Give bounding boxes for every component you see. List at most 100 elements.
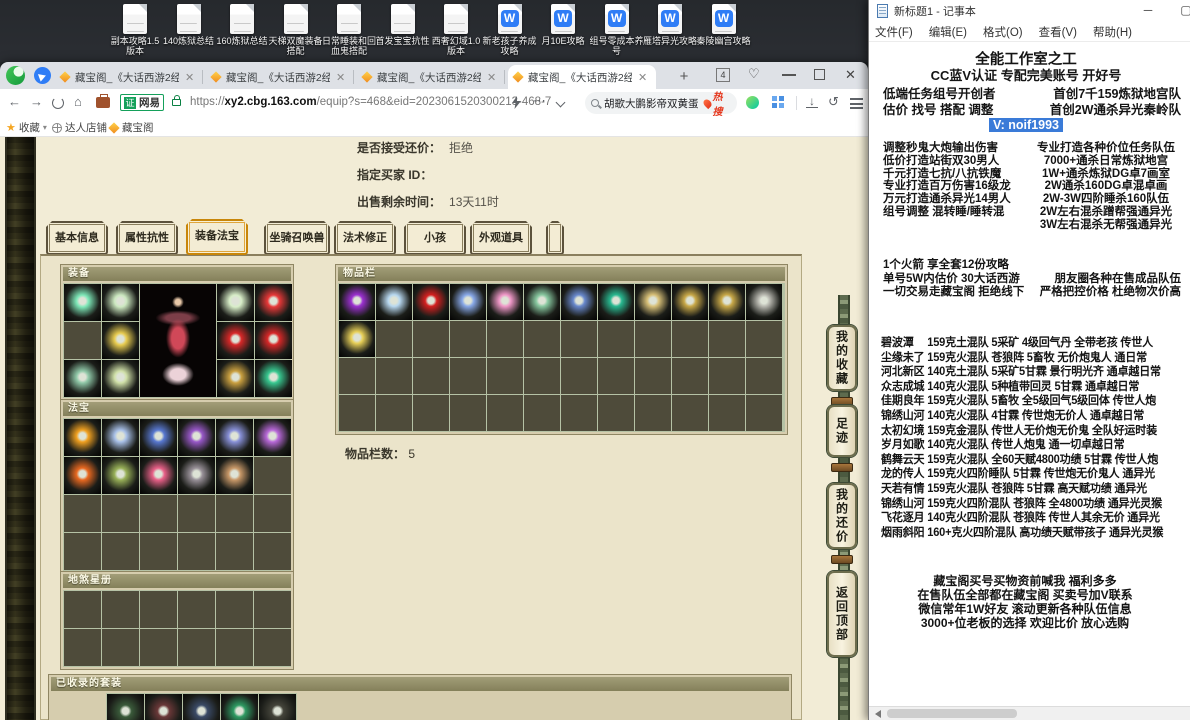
wallet-circle-icon[interactable] xyxy=(746,96,759,109)
item[interactable] xyxy=(102,457,139,494)
item[interactable] xyxy=(413,284,449,320)
notepad-minimize-button[interactable]: ─ xyxy=(1131,0,1165,22)
new-tab-button[interactable]: + xyxy=(674,67,694,87)
page-tab-6[interactable]: 小孩 xyxy=(404,221,466,255)
desktop-icon[interactable]: 日常睡装和回血鬼搭配 xyxy=(322,4,376,56)
desktop-icon[interactable]: 月10E攻略 xyxy=(536,4,590,46)
more-dots-icon[interactable]: ⋯ xyxy=(533,93,546,109)
tab-close-icon[interactable]: ✕ xyxy=(336,71,345,84)
desktop-icon[interactable]: 秦陵幽宫攻略 xyxy=(697,4,751,46)
notepad-menu-item[interactable]: 帮助(H) xyxy=(1093,24,1132,40)
item[interactable] xyxy=(254,419,291,456)
page-tab-4[interactable]: 坐骑召唤兽 xyxy=(264,221,330,255)
back-icon[interactable]: ← xyxy=(8,94,21,109)
item[interactable] xyxy=(102,360,139,397)
close-button[interactable]: ✕ xyxy=(845,67,856,83)
item[interactable] xyxy=(64,457,101,494)
refresh-icon[interactable] xyxy=(52,97,64,109)
item[interactable] xyxy=(140,457,177,494)
tab-close-icon[interactable]: ✕ xyxy=(185,71,194,84)
item[interactable] xyxy=(746,284,782,320)
item[interactable] xyxy=(102,419,139,456)
page-tab-5[interactable]: 法术修正 xyxy=(334,221,396,255)
notepad-text-area[interactable]: 全能工作室之工 CC蓝V认证 专配完美账号 开好号 低端任务组号开创者 首创7千159… xyxy=(869,42,1190,706)
desktop-icon[interactable]: 副本攻略1.5版本 xyxy=(108,4,162,56)
item[interactable] xyxy=(183,694,220,720)
item[interactable] xyxy=(64,284,101,321)
item[interactable] xyxy=(64,360,101,397)
item[interactable] xyxy=(217,322,254,359)
notepad-menu-item[interactable]: 查看(V) xyxy=(1039,24,1077,40)
notepad-maximize-button[interactable]: ▢ xyxy=(1169,0,1190,22)
desktop-icon[interactable]: 组号零成本养号 xyxy=(590,4,644,56)
hamburger-menu-icon[interactable] xyxy=(850,98,863,109)
notepad-menu-item[interactable]: 格式(O) xyxy=(983,24,1023,40)
item[interactable] xyxy=(145,694,182,720)
item[interactable] xyxy=(561,284,597,320)
item[interactable] xyxy=(524,284,560,320)
browser-tab[interactable]: 藏宝阁_《大话西游2经典版 ✕ xyxy=(508,65,656,89)
sidebar-button-2[interactable]: 足迹 xyxy=(827,405,857,457)
page-tab-partial[interactable] xyxy=(546,221,564,255)
desktop-icon[interactable]: 首发宝宝抗性 xyxy=(376,4,430,46)
page-tab-7[interactable]: 外观道具 xyxy=(470,221,532,255)
minimize-button[interactable] xyxy=(782,66,796,76)
forward-icon[interactable]: → xyxy=(30,94,43,109)
desktop-icon[interactable]: 西奢幻域1.0版本 xyxy=(429,4,483,56)
lightning-icon[interactable] xyxy=(512,96,521,114)
item[interactable] xyxy=(178,457,215,494)
item[interactable] xyxy=(216,419,253,456)
browser-tab[interactable]: 藏宝阁_《大话西游2经典版 ✕ xyxy=(206,65,354,89)
item[interactable] xyxy=(259,694,296,720)
chevron-down-icon[interactable] xyxy=(555,97,566,108)
desktop-icon[interactable]: 雁塔异光攻略 xyxy=(643,4,697,46)
item[interactable] xyxy=(598,284,634,320)
browser-tab[interactable]: 藏宝阁_《大话西游2经典版 ✕ xyxy=(357,65,505,89)
item[interactable] xyxy=(487,284,523,320)
browser-tab[interactable]: 藏宝阁_《大话西游2经典版 ✕ xyxy=(55,65,203,89)
item[interactable] xyxy=(64,419,101,456)
url-input[interactable]: https://xy2.cbg.163.com/equip?s=468&eid=… xyxy=(190,96,551,108)
item[interactable] xyxy=(450,284,486,320)
item[interactable] xyxy=(255,360,292,397)
site-cert-badge[interactable]: 证 网易 xyxy=(120,94,164,111)
tab-close-icon[interactable]: ✕ xyxy=(638,71,647,84)
item[interactable] xyxy=(102,284,139,321)
tab-count-badge[interactable]: 4 xyxy=(716,68,730,82)
sidebar-button-4[interactable]: 返回顶部 xyxy=(827,571,857,657)
item[interactable] xyxy=(339,321,375,357)
item[interactable] xyxy=(217,360,254,397)
item[interactable] xyxy=(217,284,254,321)
apps-grid-icon[interactable] xyxy=(772,96,784,108)
tab-close-icon[interactable]: ✕ xyxy=(487,71,496,84)
notepad-hscrollbar[interactable] xyxy=(869,706,1190,720)
desktop-icon[interactable]: 160炼狱总结 xyxy=(215,4,269,46)
bookmark-item[interactable]: ★ 收藏 ▾ xyxy=(6,120,47,135)
favorite-heart-icon[interactable]: ♡ xyxy=(748,66,760,82)
home-icon[interactable]: ⌂ xyxy=(74,94,82,109)
item[interactable] xyxy=(255,322,292,359)
item[interactable] xyxy=(216,457,253,494)
bookmark-item[interactable]: 达人店铺 xyxy=(52,120,107,135)
sidebar-button-3[interactable]: 我的还价 xyxy=(827,483,857,549)
scroll-thumb[interactable] xyxy=(887,709,1017,718)
page-tab-2[interactable]: 属性抗性 xyxy=(116,221,178,255)
item[interactable] xyxy=(635,284,671,320)
item[interactable] xyxy=(709,284,745,320)
item[interactable] xyxy=(102,322,139,359)
item[interactable] xyxy=(339,284,375,320)
browser-avatar-icon[interactable] xyxy=(34,67,51,84)
page-tab-3[interactable]: 装备法宝 xyxy=(186,219,248,255)
notepad-menu-item[interactable]: 编辑(E) xyxy=(929,24,967,40)
browser-logo-icon[interactable] xyxy=(6,66,25,85)
notepad-menu-item[interactable]: 文件(F) xyxy=(875,24,913,40)
item[interactable] xyxy=(672,284,708,320)
item[interactable] xyxy=(376,284,412,320)
item[interactable] xyxy=(255,284,292,321)
sidebar-button-1[interactable]: 我的收藏 xyxy=(827,325,857,391)
desktop-icon[interactable]: 新老孩子养成攻略 xyxy=(483,4,537,56)
download-icon[interactable]: ↓ xyxy=(806,95,818,108)
scroll-left-arrow-icon[interactable] xyxy=(871,710,881,718)
item[interactable] xyxy=(178,419,215,456)
desktop-icon[interactable]: 天梯双魔装备搭配 xyxy=(269,4,323,56)
